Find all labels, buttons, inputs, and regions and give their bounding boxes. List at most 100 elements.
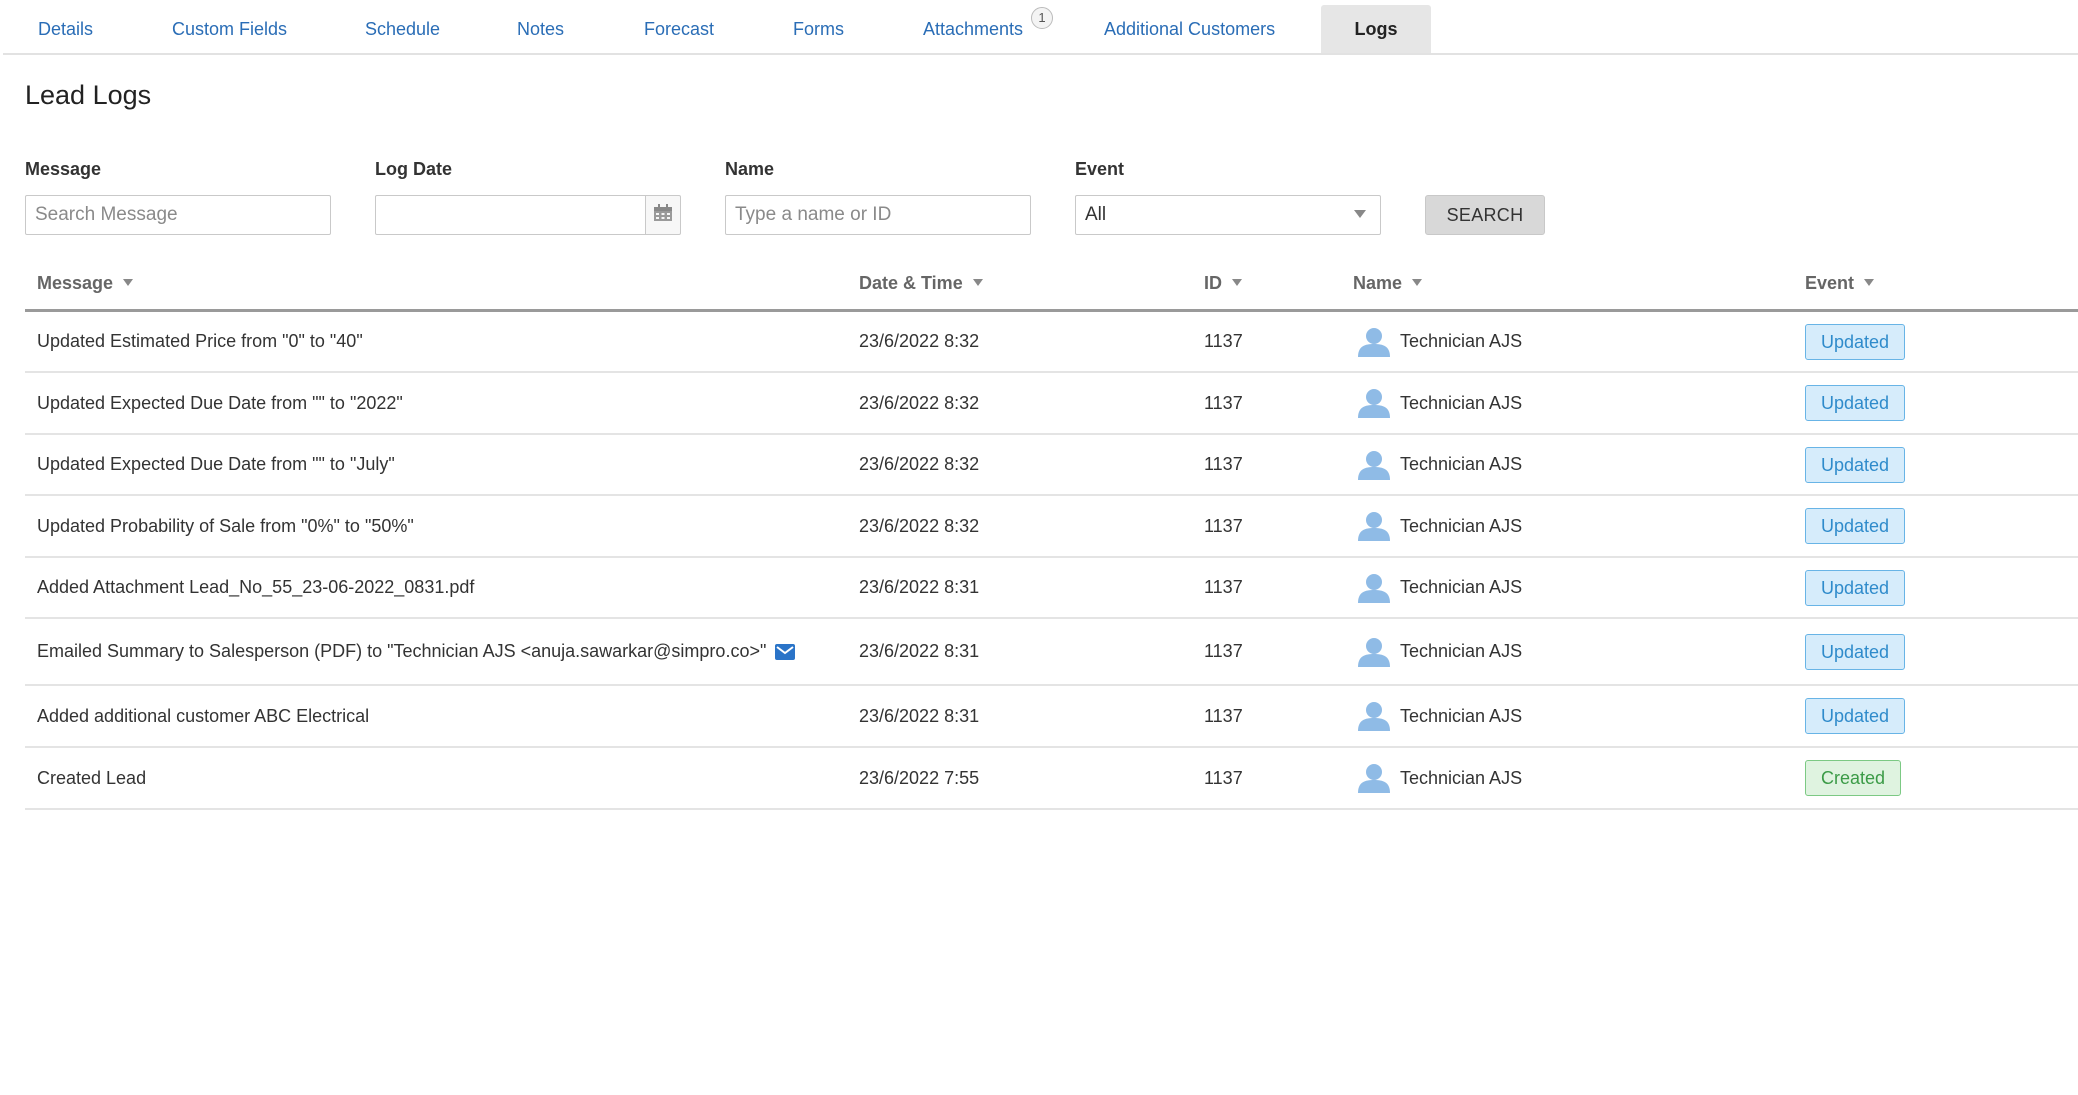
event-select[interactable]: All (1075, 195, 1381, 235)
table-row: Updated Expected Due Date from "" to "20… (25, 373, 2078, 435)
log-date-filter-label: Log Date (375, 159, 453, 179)
log-user: Technician AJS (1358, 619, 1522, 684)
status-badge: Updated (1805, 446, 1906, 483)
name-search-input[interactable] (725, 195, 1031, 235)
page-title: Lead Logs (25, 80, 152, 110)
sort-arrow-icon (1412, 278, 1423, 286)
status-badge: Updated (1805, 633, 1906, 670)
log-event: Updated (1805, 496, 1906, 556)
user-avatar-icon (1358, 762, 1390, 794)
table-row: Updated Probability of Sale from "0%" to… (25, 496, 2078, 558)
log-datetime: 23/6/2022 8:32 (859, 331, 980, 351)
log-event: Updated (1805, 435, 1906, 494)
user-name: Technician AJS (1400, 331, 1523, 351)
tab-logs[interactable]: Logs (1321, 5, 1431, 53)
column-header-name[interactable]: Name (1353, 265, 1423, 309)
user-avatar-icon (1358, 449, 1390, 481)
log-user: Technician AJS (1358, 496, 1522, 556)
log-datetime: 23/6/2022 8:32 (859, 454, 980, 474)
status-badge: Updated (1805, 569, 1906, 606)
sort-arrow-icon (123, 278, 134, 286)
column-header-event[interactable]: Event (1805, 265, 1875, 309)
log-user: Technician AJS (1358, 558, 1522, 617)
user-avatar-icon (1358, 387, 1390, 419)
log-id: 1137 (1204, 577, 1243, 597)
column-header-message[interactable]: Message (37, 265, 134, 309)
log-datetime: 23/6/2022 8:31 (859, 705, 980, 726)
log-message: Emailed Summary to Salesperson (PDF) to … (37, 619, 796, 684)
event-filter-label: Event (1075, 159, 1125, 179)
message-search-input[interactable] (25, 195, 331, 235)
log-event: Updated (1805, 558, 1906, 617)
log-id: 1137 (1204, 392, 1243, 413)
log-user: Technician AJS (1358, 312, 1522, 371)
tab-attachments[interactable]: Attachments 1 (923, 5, 1063, 53)
tab-schedule[interactable]: Schedule (365, 5, 440, 53)
column-header-label: ID (1204, 273, 1222, 293)
user-name: Technician AJS (1400, 641, 1523, 661)
log-user: Technician AJS (1358, 748, 1522, 808)
table-row: Added Attachment Lead_No_55_23-06-2022_0… (25, 558, 2078, 619)
message-filter-label: Message (25, 159, 102, 179)
log-message: Added additional customer ABC Electrical (37, 705, 370, 726)
tab-additional-customers[interactable]: Additional Customers (1104, 5, 1275, 53)
name-filter-label: Name (725, 159, 775, 179)
tab-forecast[interactable]: Forecast (644, 5, 714, 53)
user-name: Technician AJS (1400, 515, 1523, 536)
table-row: Emailed Summary to Salesperson (PDF) to … (25, 619, 2078, 686)
user-name: Technician AJS (1400, 767, 1523, 788)
log-datetime: 23/6/2022 7:55 (859, 767, 980, 788)
log-datetime: 23/6/2022 8:31 (859, 577, 980, 597)
mail-icon[interactable] (775, 643, 796, 660)
log-message: Created Lead (37, 767, 147, 788)
log-user: Technician AJS (1358, 373, 1522, 433)
status-badge: Updated (1805, 323, 1906, 360)
tab-notes[interactable]: Notes (517, 5, 564, 53)
user-avatar-icon (1358, 700, 1390, 732)
status-badge: Created (1805, 760, 1902, 796)
log-id: 1137 (1204, 641, 1243, 661)
table-row: Updated Expected Due Date from "" to "Ju… (25, 435, 2078, 496)
log-datetime: 23/6/2022 8:32 (859, 515, 980, 536)
table-header: Message Date & Time ID Name Event (25, 265, 2078, 312)
tab-custom-fields[interactable]: Custom Fields (172, 5, 287, 53)
log-message: Updated Expected Due Date from "" to "Ju… (37, 454, 395, 474)
column-header-date-time[interactable]: Date & Time (859, 265, 983, 309)
calendar-button[interactable] (645, 195, 681, 235)
tab-attachments-label: Attachments (923, 19, 1024, 39)
log-event: Updated (1805, 686, 1906, 746)
user-avatar-icon (1358, 510, 1390, 542)
calendar-icon (653, 203, 673, 227)
tab-details[interactable]: Details (38, 5, 93, 53)
log-id: 1137 (1204, 705, 1243, 726)
log-id: 1137 (1204, 331, 1243, 351)
attachments-count-badge: 1 (1031, 7, 1053, 29)
log-id: 1137 (1204, 454, 1243, 474)
tab-forms[interactable]: Forms (793, 5, 844, 53)
chevron-down-icon (1354, 210, 1366, 218)
log-message-text: Emailed Summary to Salesperson (PDF) to … (37, 641, 767, 661)
status-badge: Updated (1805, 385, 1906, 421)
log-event: Updated (1805, 619, 1906, 684)
sort-arrow-icon (1232, 278, 1242, 286)
table-row: Added additional customer ABC Electrical… (25, 686, 2078, 748)
log-message: Added Attachment Lead_No_55_23-06-2022_0… (37, 577, 475, 597)
tab-bar: Details Custom Fields Schedule Notes For… (3, 5, 2078, 55)
log-datetime: 23/6/2022 8:31 (859, 641, 980, 661)
log-date-input[interactable] (375, 195, 646, 235)
status-badge: Updated (1805, 698, 1906, 734)
sort-arrow-icon (1864, 278, 1875, 286)
user-name: Technician AJS (1400, 454, 1523, 474)
event-select-value: All (1085, 204, 1107, 225)
log-message: Updated Estimated Price from "0" to "40" (37, 331, 363, 351)
search-button[interactable]: SEARCH (1425, 195, 1545, 235)
log-datetime: 23/6/2022 8:32 (859, 392, 980, 413)
column-header-id[interactable]: ID (1204, 265, 1242, 309)
log-event: Updated (1805, 373, 1906, 433)
user-avatar-icon (1358, 572, 1390, 604)
column-header-label: Name (1353, 273, 1403, 293)
user-name: Technician AJS (1400, 577, 1523, 597)
log-id: 1137 (1204, 767, 1243, 788)
user-avatar-icon (1358, 636, 1390, 668)
user-avatar-icon (1358, 326, 1390, 358)
